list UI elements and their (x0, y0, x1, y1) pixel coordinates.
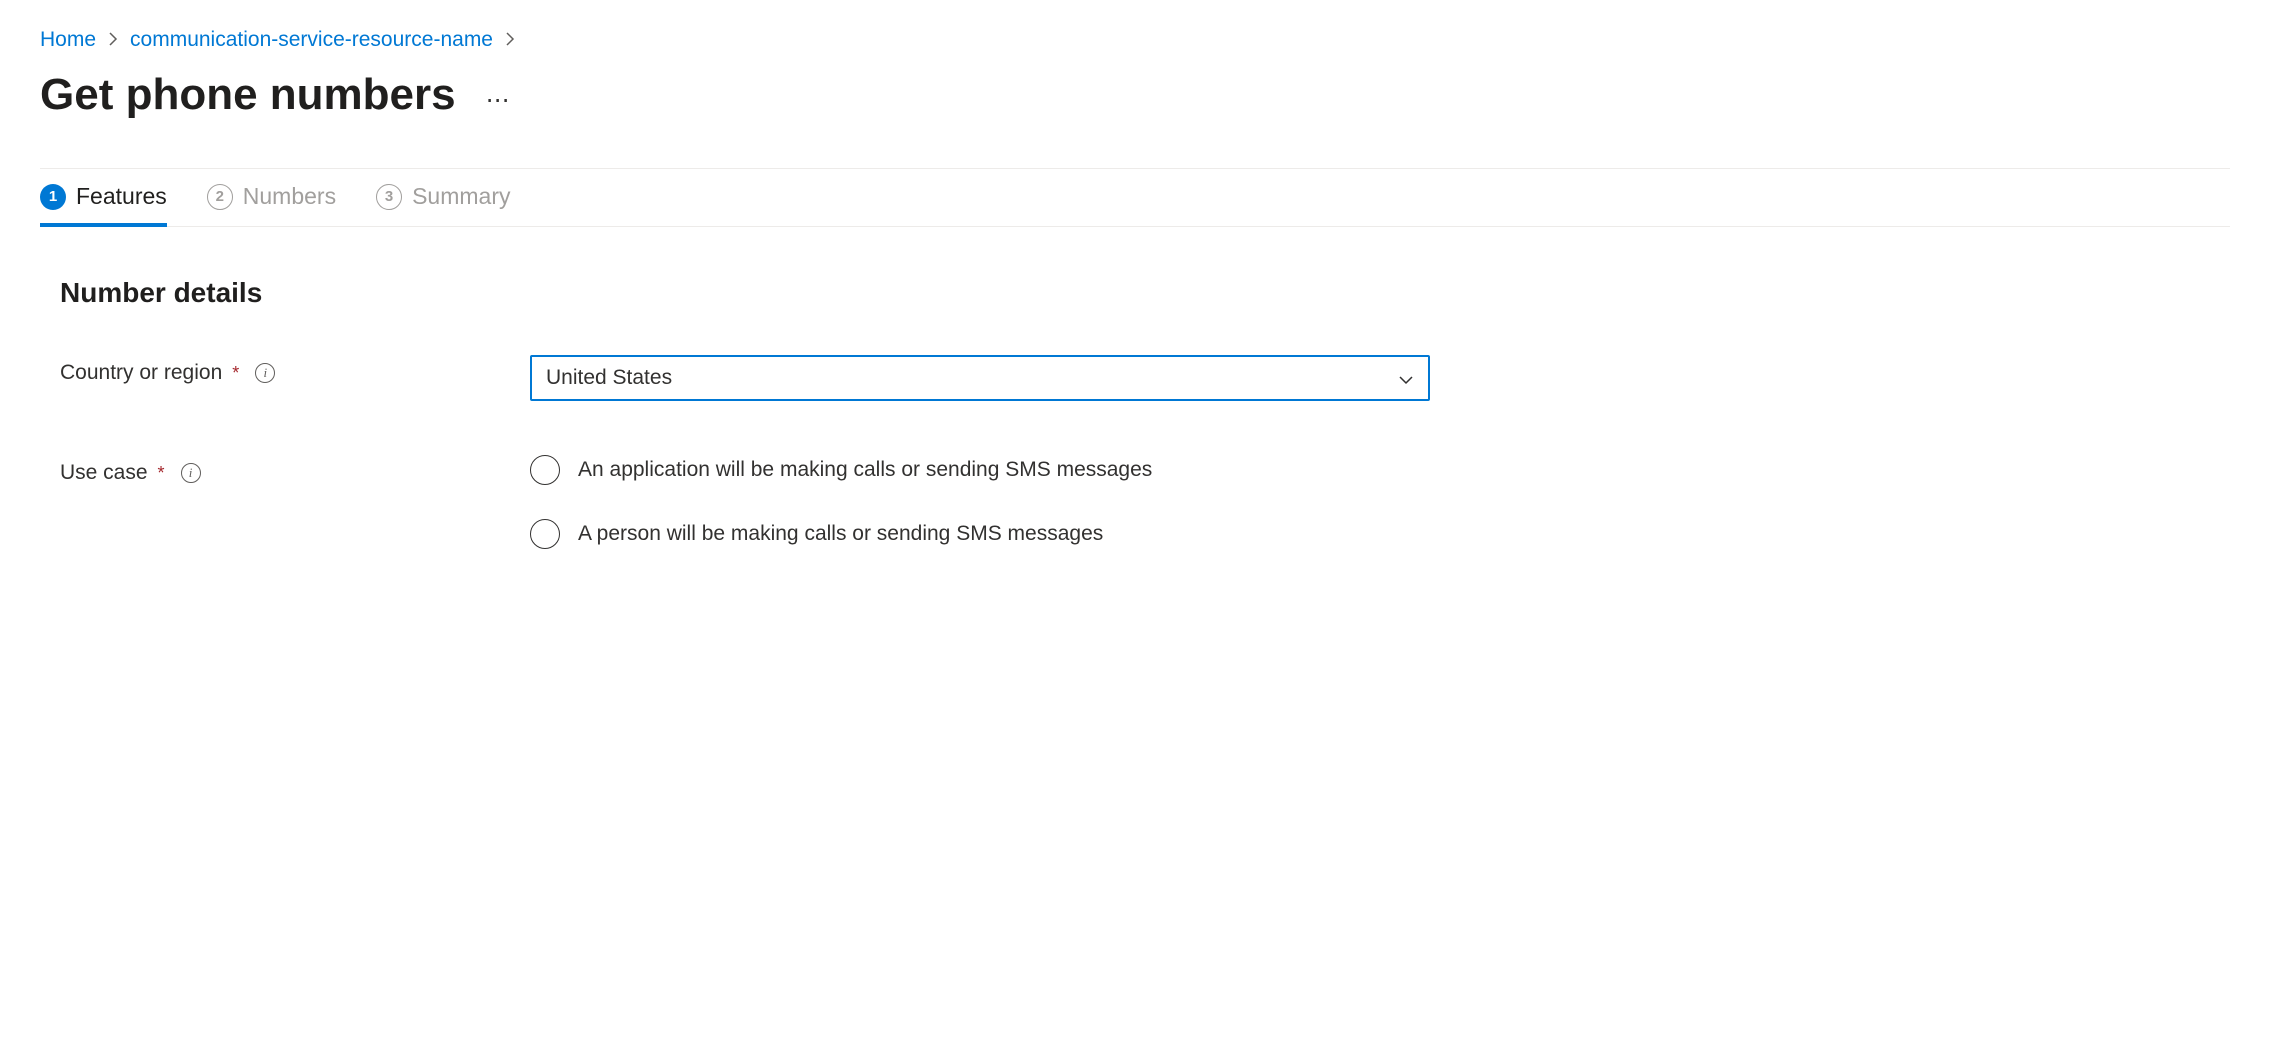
chevron-right-icon (108, 30, 118, 51)
breadcrumb-resource[interactable]: communication-service-resource-name (130, 28, 493, 52)
required-star-icon: * (158, 463, 165, 484)
tab-label: Features (76, 183, 167, 210)
info-icon[interactable]: i (255, 363, 275, 383)
tab-label: Numbers (243, 183, 336, 210)
radio-label: An application will be making calls or s… (578, 458, 1152, 482)
country-select-value: United States (546, 366, 672, 390)
breadcrumb: Home communication-service-resource-name (40, 28, 2230, 52)
radio-icon (530, 519, 560, 549)
tab-features[interactable]: 1 Features (40, 169, 167, 226)
tab-badge: 1 (40, 184, 66, 210)
radio-option-person[interactable]: A person will be making calls or sending… (530, 519, 1430, 549)
form-row-usecase: Use case * i An application will be maki… (60, 455, 2210, 549)
chevron-right-icon (505, 30, 515, 51)
tab-label: Summary (412, 183, 510, 210)
tab-numbers[interactable]: 2 Numbers (207, 169, 336, 226)
tab-badge: 3 (376, 184, 402, 210)
tab-summary[interactable]: 3 Summary (376, 169, 510, 226)
title-row: Get phone numbers ⋯ (40, 70, 2230, 120)
form-row-country: Country or region * i United States (60, 355, 2210, 401)
country-select[interactable]: United States (530, 355, 1430, 401)
form-label: Use case * i (60, 455, 530, 485)
page-title: Get phone numbers (40, 70, 456, 120)
breadcrumb-home[interactable]: Home (40, 28, 96, 52)
radio-icon (530, 455, 560, 485)
radio-label: A person will be making calls or sending… (578, 522, 1103, 546)
country-label: Country or region (60, 361, 222, 385)
section-number-details: Number details Country or region * i Uni… (40, 227, 2230, 549)
section-title: Number details (60, 277, 2210, 309)
info-icon[interactable]: i (181, 463, 201, 483)
form-label: Country or region * i (60, 355, 530, 385)
radio-group-usecase: An application will be making calls or s… (530, 455, 1430, 549)
usecase-label: Use case (60, 461, 148, 485)
tab-badge: 2 (207, 184, 233, 210)
tabs: 1 Features 2 Numbers 3 Summary (40, 169, 2230, 227)
more-actions-button[interactable]: ⋯ (486, 76, 512, 115)
radio-option-application[interactable]: An application will be making calls or s… (530, 455, 1430, 485)
required-star-icon: * (232, 363, 239, 384)
chevron-down-icon (1398, 370, 1414, 386)
